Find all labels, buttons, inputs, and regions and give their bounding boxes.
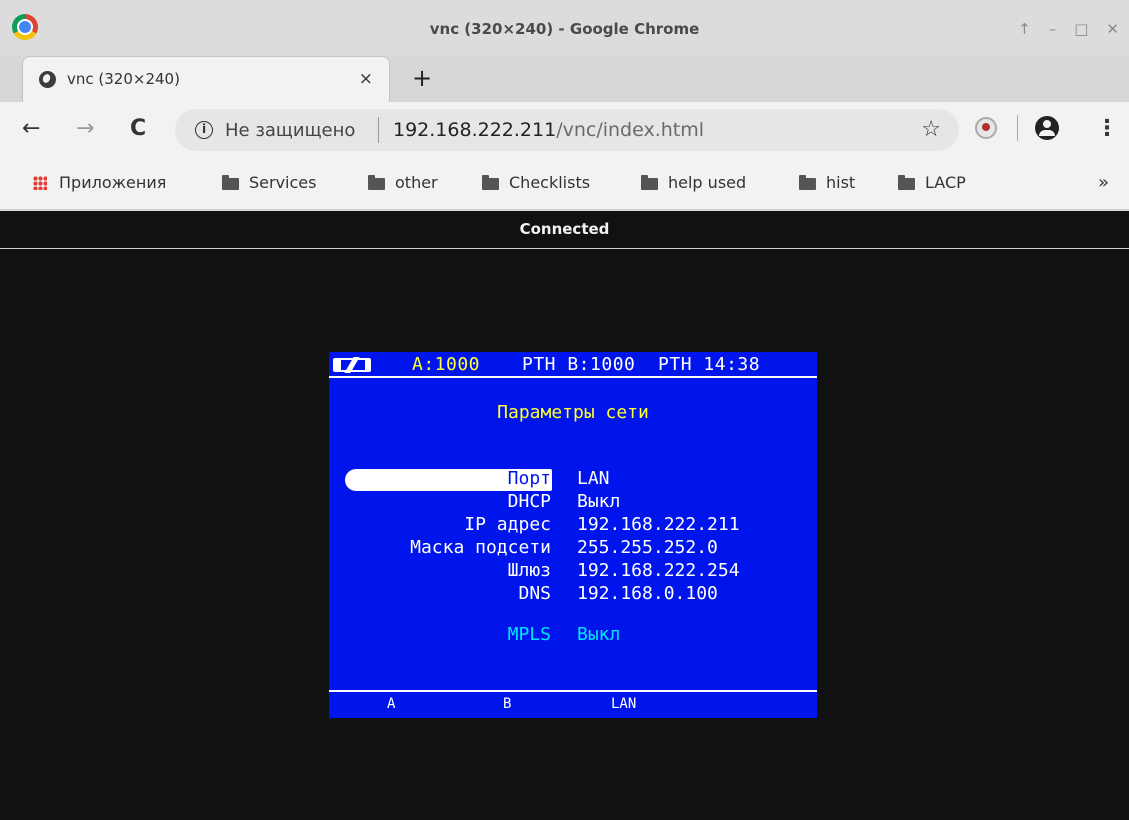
toolbar-divider [1017, 115, 1018, 141]
port-status-and-clock: PTH B:1000 PTH 14:38 [522, 354, 761, 375]
device-status-bar: A:1000 PTH B:1000 PTH 14:38 [329, 352, 817, 378]
port-a-status: A:1000 [412, 354, 481, 375]
setting-row-dhcp[interactable]: DHCP Выкл [329, 491, 817, 515]
softkey-lan[interactable]: LAN [611, 696, 636, 712]
bookmark-label: Checklists [509, 173, 591, 192]
extension-icon[interactable] [975, 117, 997, 139]
setting-label: Шлюз [507, 560, 551, 581]
bookmark-folder-checklists[interactable]: Checklists [482, 173, 590, 192]
setting-label: DHCP [507, 491, 551, 512]
vnc-page: Connected A:1000 PTH B:1000 PTH 14:38 Па… [0, 211, 1129, 820]
bookmark-label: other [395, 173, 438, 192]
security-label[interactable]: Не защищено [225, 120, 355, 141]
setting-value: Выкл [577, 624, 621, 645]
globe-icon [39, 71, 56, 88]
setting-value: 192.168.222.211 [577, 514, 740, 535]
tab-close-button[interactable]: × [359, 69, 373, 89]
battery-charging-icon [333, 358, 371, 372]
setting-value: 192.168.222.254 [577, 560, 740, 581]
setting-label: DNS [518, 583, 551, 604]
close-window-button[interactable]: ✕ [1106, 20, 1119, 38]
setting-value: 192.168.0.100 [577, 583, 718, 604]
minimize-button[interactable]: – [1049, 20, 1057, 38]
vnc-status-bar: Connected [0, 211, 1129, 249]
bookmark-label: help used [668, 173, 747, 192]
tab-vnc[interactable]: vnc (320×240) × [22, 56, 390, 102]
window-controls: ↑ – □ ✕ [1018, 20, 1119, 38]
setting-label: Маска подсети [410, 537, 551, 558]
setting-row-port[interactable]: Порт LAN [329, 468, 817, 492]
address-bar[interactable]: i Не защищено 192.168.222.211/vnc/index.… [175, 109, 959, 151]
setting-label: IP адрес [464, 514, 551, 535]
bookmark-folder-lacp[interactable]: LACP [898, 173, 966, 192]
folder-icon [898, 174, 915, 190]
folder-icon [799, 174, 816, 190]
bookmark-folder-services[interactable]: Services [222, 173, 316, 192]
setting-row-mpls[interactable]: MPLS Выкл [329, 624, 817, 648]
folder-icon [641, 174, 658, 190]
folder-icon [482, 174, 499, 190]
bookmark-apps[interactable]: Приложения [33, 173, 166, 192]
setting-value: LAN [577, 468, 610, 489]
menu-icon[interactable]: ⋮ [1096, 116, 1118, 141]
forward-button[interactable]: → [76, 116, 94, 141]
bookmark-folder-other[interactable]: other [368, 173, 438, 192]
setting-row-dns[interactable]: DNS 192.168.0.100 [329, 583, 817, 607]
address-divider [378, 117, 379, 143]
profile-icon[interactable] [1035, 116, 1059, 140]
setting-row-ip-address[interactable]: IP адрес 192.168.222.211 [329, 514, 817, 538]
window-titlebar: vnc (320×240) - Google Chrome ↑ – □ ✕ [0, 0, 1129, 56]
softkey-a[interactable]: A [387, 696, 395, 712]
reload-button[interactable]: C [130, 116, 146, 141]
bookmark-label: Приложения [59, 173, 167, 192]
vnc-device-screen[interactable]: A:1000 PTH B:1000 PTH 14:38 Параметры се… [329, 352, 817, 718]
bookmarks-overflow-button[interactable]: » [1098, 172, 1109, 193]
bookmarks-bar: Приложения Services other Checklists hel… [0, 158, 1129, 210]
url-host: 192.168.222.211 [393, 119, 557, 141]
device-screen-title: Параметры сети [497, 402, 649, 423]
device-softkey-bar: A B LAN [329, 690, 817, 718]
bookmark-folder-hist[interactable]: hist [799, 173, 855, 192]
setting-label: MPLS [507, 624, 551, 645]
bookmark-folder-help-used[interactable]: help used [641, 173, 746, 192]
bookmark-label: LACP [925, 173, 966, 192]
tab-title: vnc (320×240) [67, 70, 180, 88]
bookmark-label: Services [249, 173, 317, 192]
back-button[interactable]: ← [22, 116, 40, 141]
window-title: vnc (320×240) - Google Chrome [429, 20, 700, 38]
url-text[interactable]: 192.168.222.211/vnc/index.html [393, 119, 704, 141]
browser-toolbar: ← → C i Не защищено 192.168.222.211/vnc/… [0, 102, 1129, 158]
softkey-b[interactable]: B [503, 696, 511, 712]
folder-icon [222, 174, 239, 190]
url-path: /vnc/index.html [556, 119, 705, 141]
maximize-button[interactable]: □ [1074, 20, 1088, 38]
bookmark-star-icon[interactable]: ☆ [921, 117, 941, 142]
new-tab-button[interactable]: + [412, 64, 432, 92]
apps-grid-icon [33, 175, 47, 190]
info-icon[interactable]: i [195, 121, 213, 139]
setting-row-subnet-mask[interactable]: Маска подсети 255.255.252.0 [329, 537, 817, 561]
setting-value: Выкл [577, 491, 621, 512]
setting-row-gateway[interactable]: Шлюз 192.168.222.254 [329, 560, 817, 584]
folder-icon [368, 174, 385, 190]
setting-value: 255.255.252.0 [577, 537, 718, 558]
setting-label: Порт [507, 468, 551, 489]
bookmark-label: hist [826, 173, 856, 192]
window-pin-icon[interactable]: ↑ [1018, 20, 1031, 38]
